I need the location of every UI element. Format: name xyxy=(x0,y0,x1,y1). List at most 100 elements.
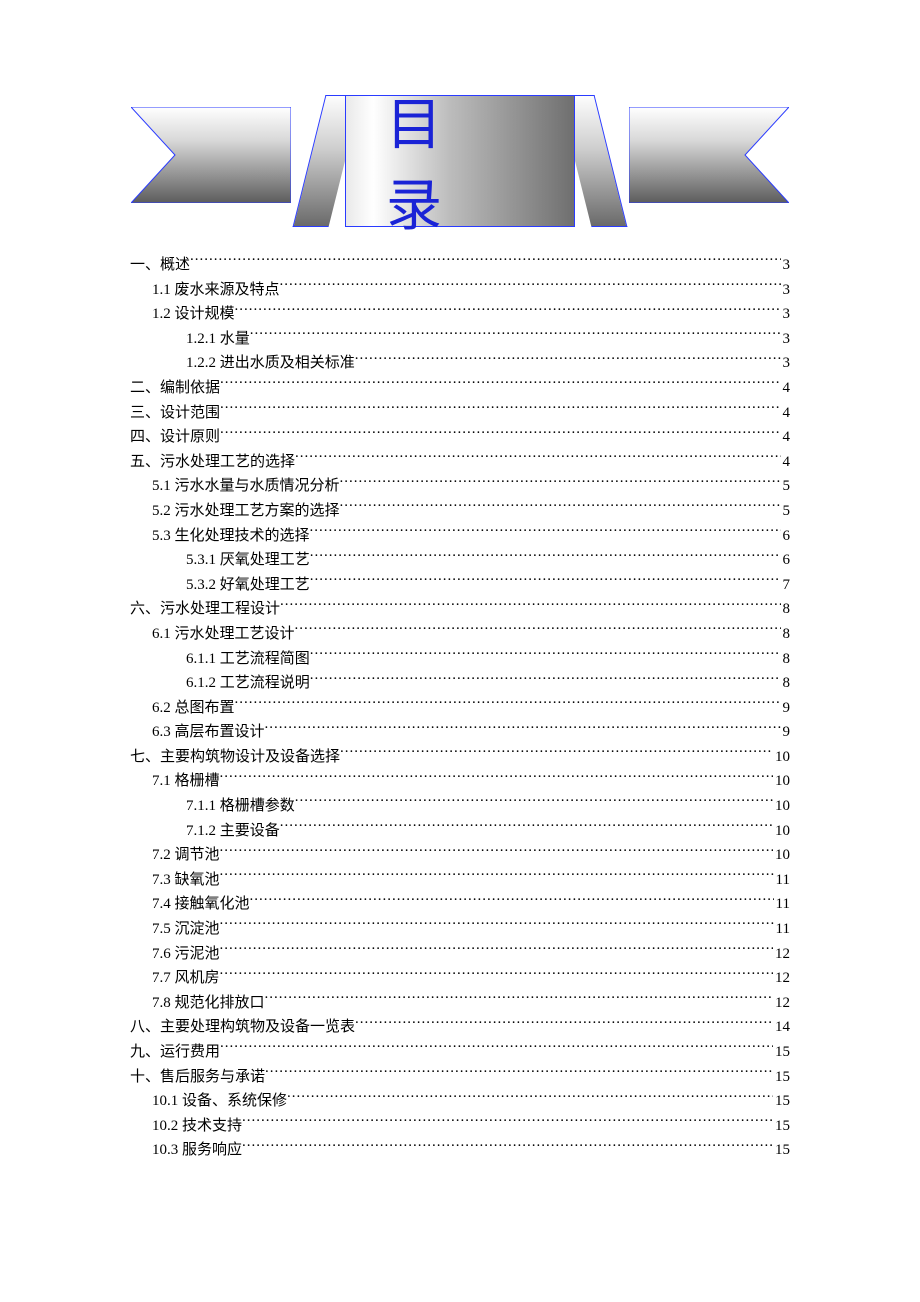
toc-entry: 7.5 沉淀池11 xyxy=(130,917,790,942)
toc-entry: 6.1.1 工艺流程简图8 xyxy=(130,647,790,672)
toc-entry: 1.2.1 水量3 xyxy=(130,327,790,352)
toc-entry: 九、运行费用15 xyxy=(130,1040,790,1065)
toc-entry: 六、污水处理工程设计 8 xyxy=(130,597,790,622)
toc-entry: 五、污水处理工艺的选择4 xyxy=(130,450,790,475)
toc-leader-dots xyxy=(265,992,773,1007)
toc-entry-title: 7.7 风机房 xyxy=(152,966,220,991)
toc-leader-dots xyxy=(295,451,780,466)
toc-entry-page: 10 xyxy=(773,819,790,844)
toc-leader-dots xyxy=(265,721,781,736)
toc-entry-page: 9 xyxy=(781,696,791,721)
toc-entry: 1.2.2 进出水质及相关标准3 xyxy=(130,351,790,376)
toc-entry-title: 四、设计原则 xyxy=(130,425,220,450)
toc-entry-title: 1.1 废水来源及特点 xyxy=(152,278,280,303)
toc-entry-title: 一、概述 xyxy=(130,253,190,278)
toc-leader-dots xyxy=(295,795,773,810)
toc-entry-page: 3 xyxy=(781,351,791,376)
toc-entry: 6.2 总图布置9 xyxy=(130,696,790,721)
toc-entry-page: 15 xyxy=(773,1114,790,1139)
toc-leader-dots xyxy=(235,697,781,712)
toc-leader-dots xyxy=(220,943,773,958)
toc-leader-dots xyxy=(310,648,781,663)
toc-entry: 7.3 缺氧池11 xyxy=(130,868,790,893)
toc-entry-title: 7.4 接触氧化池 xyxy=(152,892,250,917)
toc-leader-dots xyxy=(250,893,774,908)
toc-entry-title: 二、编制依据 xyxy=(130,376,220,401)
toc-entry: 7.2 调节池10 xyxy=(130,843,790,868)
toc-leader-dots xyxy=(340,475,781,490)
toc-leader-dots xyxy=(280,598,780,613)
toc-leader-dots xyxy=(220,844,773,859)
toc-entry-title: 10.3 服务响应 xyxy=(152,1138,242,1163)
toc-leader-dots xyxy=(355,352,781,367)
toc-leader-dots xyxy=(310,574,781,589)
toc-leader-dots xyxy=(280,820,773,835)
toc-entry: 十、售后服务与承诺15 xyxy=(130,1065,790,1090)
toc-entry-title: 7.8 规范化排放口 xyxy=(152,991,265,1016)
toc-entry-title: 1.2.1 水量 xyxy=(186,327,250,352)
toc-entry: 八、主要处理构筑物及设备一览表14 xyxy=(130,1015,790,1040)
toc-entry-title: 八、主要处理构筑物及设备一览表 xyxy=(130,1015,355,1040)
toc-entry-title: 10.2 技术支持 xyxy=(152,1114,242,1139)
toc-leader-dots xyxy=(340,746,773,761)
toc-entry-title: 三、设计范围 xyxy=(130,401,220,426)
toc-entry-title: 5.3.1 厌氧处理工艺 xyxy=(186,548,310,573)
toc-entry-page: 4 xyxy=(781,425,791,450)
toc-leader-dots xyxy=(220,402,780,417)
toc-entry-page: 9 xyxy=(781,720,791,745)
toc-leader-dots xyxy=(242,1115,773,1130)
toc-entry-page: 4 xyxy=(781,401,791,426)
toc-leader-dots xyxy=(310,549,781,564)
toc-entry-page: 15 xyxy=(773,1138,790,1163)
toc-leader-dots xyxy=(310,672,781,687)
toc-entry-page: 5 xyxy=(781,474,791,499)
toc-entry: 5.2 污水处理工艺方案的选择5 xyxy=(130,499,790,524)
table-of-contents: 一、概述 3 1.1 废水来源及特点 3 1.2 设计规模31.2.1 水量31.2.2… xyxy=(130,253,790,1163)
toc-entry: 7.1.1 格栅槽参数10 xyxy=(130,794,790,819)
toc-entry-title: 九、运行费用 xyxy=(130,1040,220,1065)
toc-entry: 一、概述 3 xyxy=(130,253,790,278)
toc-leader-dots xyxy=(220,1041,773,1056)
toc-entry-page: 11 xyxy=(774,917,790,942)
toc-leader-dots xyxy=(280,279,781,294)
toc-entry: 四、设计原则 4 xyxy=(130,425,790,450)
toc-entry: 三、设计范围 4 xyxy=(130,401,790,426)
toc-entry-page: 7 xyxy=(781,573,791,598)
toc-entry-page: 11 xyxy=(774,892,790,917)
toc-entry-page: 10 xyxy=(773,745,790,770)
toc-entry-title: 6.1 污水处理工艺设计 xyxy=(152,622,295,647)
toc-entry: 10.3 服务响应 15 xyxy=(130,1138,790,1163)
toc-entry-page: 11 xyxy=(774,868,790,893)
toc-leader-dots xyxy=(287,1090,773,1105)
document-page: 目录 一、概述 3 1.1 废水来源及特点 3 1.2 设计规模31.2.1 水量31.… xyxy=(0,0,920,1302)
toc-leader-dots xyxy=(220,426,780,441)
toc-entry-page: 8 xyxy=(781,597,791,622)
toc-entry-title: 1.2 设计规模 xyxy=(152,302,235,327)
toc-entry-page: 15 xyxy=(773,1065,790,1090)
toc-entry-page: 4 xyxy=(781,450,791,475)
toc-entry: 7.7 风机房 12 xyxy=(130,966,790,991)
toc-entry-page: 10 xyxy=(773,769,790,794)
toc-entry-page: 8 xyxy=(781,671,791,696)
toc-entry-title: 6.1.2 工艺流程说明 xyxy=(186,671,310,696)
toc-entry-page: 8 xyxy=(781,622,791,647)
toc-entry-page: 12 xyxy=(773,966,790,991)
toc-entry: 1.2 设计规模3 xyxy=(130,302,790,327)
toc-entry-page: 3 xyxy=(781,253,791,278)
title-banner: 目录 xyxy=(130,95,790,235)
toc-leader-dots xyxy=(235,303,781,318)
toc-leader-dots xyxy=(220,869,774,884)
toc-leader-dots xyxy=(295,623,781,638)
toc-entry-page: 12 xyxy=(773,991,790,1016)
toc-entry-title: 5.3.2 好氧处理工艺 xyxy=(186,573,310,598)
toc-entry-title: 六、污水处理工程设计 xyxy=(130,597,280,622)
toc-entry-title: 5.3 生化处理技术的选择 xyxy=(152,524,310,549)
toc-entry-page: 6 xyxy=(781,548,791,573)
toc-leader-dots xyxy=(265,1066,773,1081)
toc-entry: 7.4 接触氧化池 11 xyxy=(130,892,790,917)
toc-entry-title: 5.2 污水处理工艺方案的选择 xyxy=(152,499,340,524)
toc-entry: 二、编制依据4 xyxy=(130,376,790,401)
toc-entry: 5.3.1 厌氧处理工艺 6 xyxy=(130,548,790,573)
toc-entry-page: 10 xyxy=(773,794,790,819)
toc-entry-page: 6 xyxy=(781,524,791,549)
